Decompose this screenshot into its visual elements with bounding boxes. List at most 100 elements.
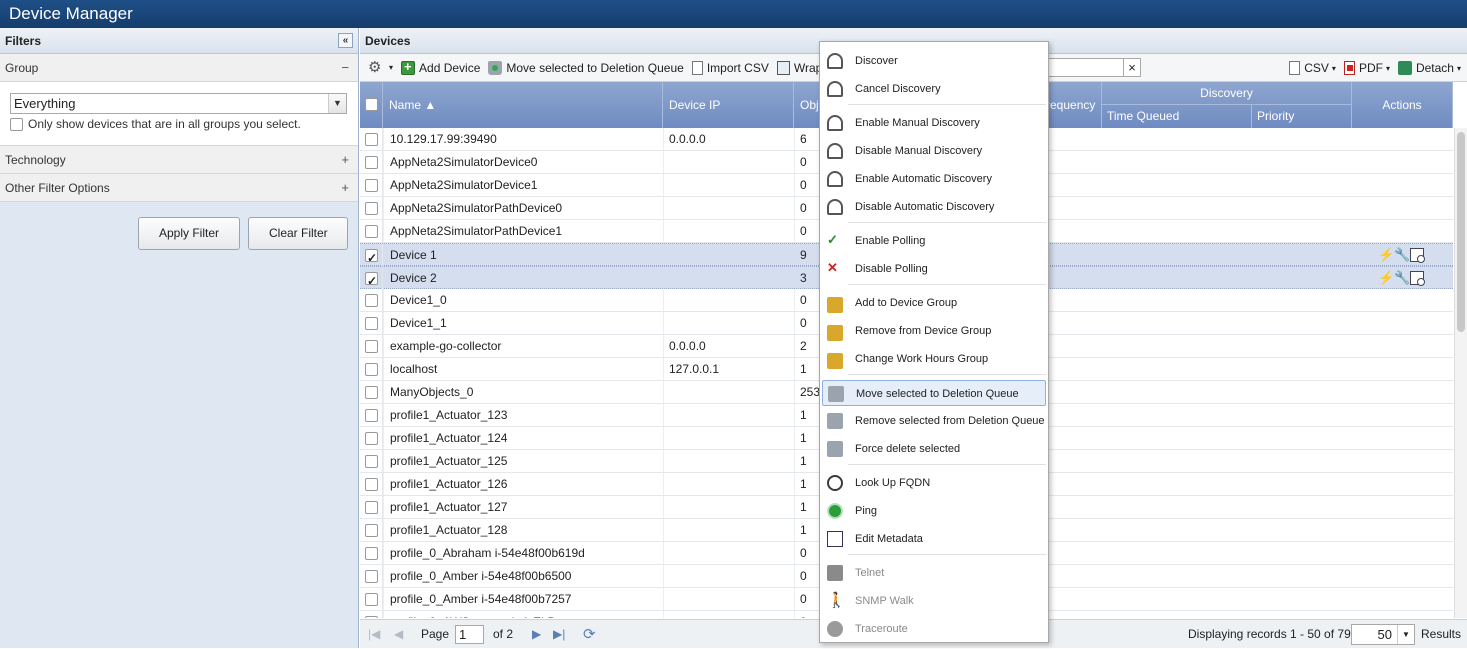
row-select-cell[interactable] bbox=[360, 404, 383, 426]
row-select-cell[interactable] bbox=[360, 128, 383, 150]
row-checkbox[interactable] bbox=[365, 294, 378, 307]
discover-action-icon[interactable]: ⚡ bbox=[1378, 271, 1394, 285]
discover-action-icon[interactable]: ⚡ bbox=[1378, 248, 1394, 262]
row-checkbox[interactable] bbox=[365, 225, 378, 238]
menu-item-ping[interactable]: Ping bbox=[822, 498, 1046, 524]
add-device-button[interactable]: Add Device bbox=[401, 59, 480, 75]
wrench-icon[interactable]: 🔧 bbox=[1394, 248, 1410, 262]
row-checkbox[interactable] bbox=[365, 455, 378, 468]
row-select-cell[interactable] bbox=[360, 289, 383, 311]
chevron-down-icon[interactable]: ▼ bbox=[328, 94, 346, 113]
row-checkbox[interactable] bbox=[365, 340, 378, 353]
row-checkbox[interactable] bbox=[365, 616, 378, 618]
column-header-priority[interactable]: Priority bbox=[1252, 105, 1352, 128]
row-select-cell[interactable] bbox=[360, 358, 383, 380]
row-checkbox[interactable] bbox=[365, 156, 378, 169]
column-header-time-queued[interactable]: Time Queued bbox=[1102, 105, 1252, 128]
clear-filter-button[interactable]: Clear Filter bbox=[248, 217, 349, 250]
row-checkbox[interactable] bbox=[365, 593, 378, 606]
row-select-cell[interactable] bbox=[360, 312, 383, 334]
row-select-cell[interactable] bbox=[360, 450, 383, 472]
row-select-cell[interactable] bbox=[360, 197, 383, 219]
row-select-cell[interactable] bbox=[360, 473, 383, 495]
row-select-cell[interactable] bbox=[360, 151, 383, 173]
menu-item-remove-group[interactable]: Remove from Device Group bbox=[822, 318, 1046, 344]
row-checkbox[interactable] bbox=[365, 133, 378, 146]
row-select-cell[interactable] bbox=[360, 519, 383, 541]
other-filters-section-header[interactable]: Other Filter Options + bbox=[0, 174, 358, 202]
only-all-groups-checkbox[interactable] bbox=[10, 117, 23, 131]
refresh-icon[interactable]: ⟳ bbox=[583, 620, 596, 649]
group-select[interactable]: Everything ▼ bbox=[10, 93, 347, 114]
row-select-cell[interactable] bbox=[360, 220, 383, 242]
wrench-icon[interactable]: 🔧 bbox=[1394, 271, 1410, 285]
row-select-cell[interactable] bbox=[360, 381, 383, 403]
row-checkbox[interactable] bbox=[365, 317, 378, 330]
last-page-icon[interactable]: ▶| bbox=[553, 620, 565, 649]
row-select-cell[interactable] bbox=[360, 267, 383, 292]
chevron-down-icon[interactable]: ▼ bbox=[1397, 625, 1414, 644]
page-size-select[interactable]: 50 ▼ bbox=[1351, 624, 1415, 645]
group-section-header[interactable]: Group − bbox=[0, 54, 358, 82]
column-header-name[interactable]: Name ▲ bbox=[383, 82, 663, 128]
column-header-poll-frequency[interactable]: requency bbox=[1046, 82, 1102, 128]
only-all-groups-row[interactable]: Only show devices that are in all groups… bbox=[10, 117, 348, 131]
row-select-cell[interactable] bbox=[360, 588, 383, 610]
row-checkbox[interactable] bbox=[365, 386, 378, 399]
row-select-cell[interactable] bbox=[360, 565, 383, 587]
menu-item-move-to-deletion[interactable]: Move selected to Deletion Queue bbox=[822, 380, 1046, 406]
menu-item-enable-automatic-discovery[interactable]: Enable Automatic Discovery bbox=[822, 166, 1046, 192]
row-checkbox[interactable] bbox=[365, 363, 378, 376]
menu-item-add-group[interactable]: Add to Device Group bbox=[822, 290, 1046, 316]
wrap-button[interactable]: Wrap bbox=[776, 60, 822, 75]
row-checkbox[interactable] bbox=[365, 247, 378, 269]
page-number-input[interactable]: 1 bbox=[455, 625, 484, 644]
menu-item-fqdn[interactable]: Look Up FQDN bbox=[822, 470, 1046, 496]
edit-metadata-icon[interactable] bbox=[1410, 248, 1425, 263]
search-input[interactable] bbox=[1046, 58, 1124, 77]
expand-other-filters-icon[interactable]: + bbox=[341, 174, 349, 202]
collapse-filters-icon[interactable]: « bbox=[338, 33, 353, 48]
row-checkbox[interactable] bbox=[365, 478, 378, 491]
menu-item-enable-polling[interactable]: ✓ Enable Polling bbox=[822, 228, 1046, 254]
row-select-cell[interactable] bbox=[360, 174, 383, 196]
row-checkbox[interactable] bbox=[365, 547, 378, 560]
row-checkbox[interactable] bbox=[365, 501, 378, 514]
row-checkbox[interactable] bbox=[365, 570, 378, 583]
move-to-deletion-queue-button[interactable]: Move selected to Deletion Queue bbox=[488, 60, 684, 75]
menu-item-cancel-discovery[interactable]: Cancel Discovery bbox=[822, 76, 1046, 102]
menu-item-force-delete[interactable]: Force delete selected bbox=[822, 436, 1046, 462]
menu-item-discover[interactable]: Discover bbox=[822, 48, 1046, 74]
previous-page-icon[interactable]: ◀ bbox=[394, 620, 403, 649]
menu-item-remove-from-deletion[interactable]: Remove selected from Deletion Queue bbox=[822, 408, 1046, 434]
row-checkbox[interactable] bbox=[365, 432, 378, 445]
menu-item-work-hours[interactable]: Change Work Hours Group bbox=[822, 346, 1046, 372]
column-header-device-ip[interactable]: Device IP bbox=[663, 82, 794, 128]
pdf-export-button[interactable]: PDF ▾ bbox=[1343, 61, 1390, 75]
edit-metadata-icon[interactable] bbox=[1410, 271, 1425, 286]
row-select-cell[interactable] bbox=[360, 427, 383, 449]
csv-export-button[interactable]: CSV ▾ bbox=[1289, 61, 1336, 75]
select-all-header[interactable] bbox=[360, 82, 383, 128]
menu-item-edit-metadata[interactable]: Edit Metadata bbox=[822, 526, 1046, 552]
row-checkbox[interactable] bbox=[365, 524, 378, 537]
menu-item-disable-automatic-discovery[interactable]: Disable Automatic Discovery bbox=[822, 194, 1046, 220]
row-checkbox[interactable] bbox=[365, 202, 378, 215]
row-select-cell[interactable] bbox=[360, 244, 383, 269]
import-csv-button[interactable]: Import CSV bbox=[691, 60, 769, 75]
row-select-cell[interactable] bbox=[360, 496, 383, 518]
row-checkbox[interactable] bbox=[365, 179, 378, 192]
row-select-cell[interactable] bbox=[360, 335, 383, 357]
menu-item-disable-polling[interactable]: ✕ Disable Polling bbox=[822, 256, 1046, 282]
grid-scroll-thumb[interactable] bbox=[1457, 132, 1465, 332]
detach-button[interactable]: Detach ▾ bbox=[1397, 61, 1461, 75]
menu-item-disable-manual-discovery[interactable]: Disable Manual Discovery bbox=[822, 138, 1046, 164]
apply-filter-button[interactable]: Apply Filter bbox=[138, 217, 240, 250]
expand-technology-icon[interactable]: + bbox=[341, 146, 349, 174]
settings-menu-button[interactable]: ⚙ ▾ bbox=[368, 60, 393, 75]
row-checkbox[interactable] bbox=[365, 270, 378, 292]
select-all-checkbox[interactable] bbox=[365, 98, 378, 111]
collapse-group-icon[interactable]: − bbox=[341, 54, 349, 82]
row-checkbox[interactable] bbox=[365, 409, 378, 422]
row-select-cell[interactable] bbox=[360, 542, 383, 564]
